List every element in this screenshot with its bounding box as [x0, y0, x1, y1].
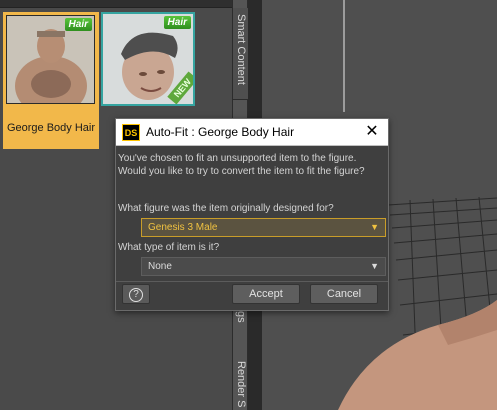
figure-select[interactable]: Genesis 3 Male ▼ [141, 218, 386, 237]
item-type-question-label: What type of item is it? [118, 242, 220, 253]
auto-fit-dialog: DS Auto-Fit : George Body Hair ✕ You've … [115, 118, 389, 311]
help-button[interactable]: ? [122, 284, 150, 304]
help-icon: ? [129, 288, 143, 302]
hair-badge: Hair [163, 16, 191, 29]
tile-thumbnail: Hair [6, 15, 95, 104]
dialog-title: Auto-Fit : George Body Hair [146, 125, 295, 139]
tile-thumbnail: Hair NEW [101, 12, 195, 106]
tab-render-settings[interactable]: Render S [233, 355, 249, 410]
tab-partial[interactable]: gs [233, 305, 249, 345]
app-window: Hair George Body Hair Hair NEW Smart Con… [0, 0, 497, 410]
dialog-divider [116, 281, 388, 282]
tile-label: George Body Hair [6, 122, 96, 134]
item-type-select[interactable]: None ▼ [141, 257, 386, 276]
cancel-button[interactable]: Cancel [310, 284, 378, 304]
item-type-select-value: None [148, 261, 172, 272]
message-line-1: You've chosen to fit an unsupported item… [118, 153, 357, 164]
hair-badge: Hair [64, 18, 92, 31]
dialog-message: You've chosen to fit an unsupported item… [118, 152, 388, 178]
library-tile-george-body-hair[interactable]: Hair George Body Hair [3, 12, 99, 149]
chevron-down-icon: ▼ [370, 222, 379, 232]
message-line-2: Would you like to try to convert the ite… [118, 166, 365, 177]
library-tile-hair-new[interactable]: Hair NEW [101, 12, 197, 106]
ds-logo-icon: DS [122, 124, 140, 141]
figure-select-value: Genesis 3 Male [148, 222, 218, 233]
close-icon[interactable]: ✕ [362, 122, 382, 142]
figure-question-label: What figure was the item originally desi… [118, 203, 334, 214]
panel-top-strip [0, 0, 232, 8]
dialog-titlebar: DS Auto-Fit : George Body Hair ✕ [116, 119, 388, 146]
accept-button[interactable]: Accept [232, 284, 300, 304]
tab-smart-content[interactable]: Smart Content [233, 8, 249, 100]
chevron-down-icon: ▼ [370, 261, 379, 271]
